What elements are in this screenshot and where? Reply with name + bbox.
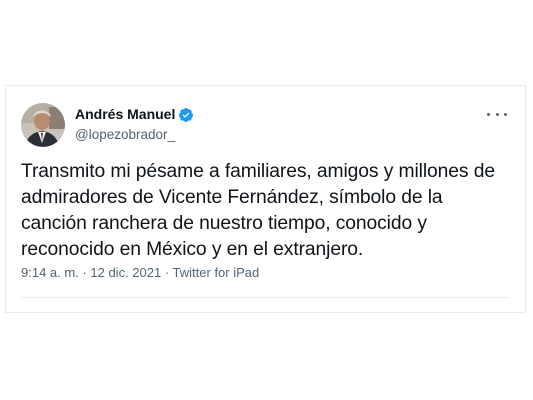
tweet-source[interactable]: Twitter for iPad xyxy=(173,265,260,280)
screenshot-canvas: Andrés Manuel @lopezobrador_ Transmito m… xyxy=(0,0,533,400)
tweet-metadata: 9:14 a. m. · 12 dic. 2021 · Twitter for … xyxy=(21,264,259,282)
tweet-header: Andrés Manuel @lopezobrador_ xyxy=(21,101,511,149)
name-row: Andrés Manuel xyxy=(75,105,194,124)
avatar[interactable] xyxy=(21,103,65,147)
tweet-date[interactable]: 12 dic. 2021 xyxy=(90,265,161,280)
ellipsis-icon[interactable] xyxy=(487,106,507,122)
author-handle[interactable]: @lopezobrador_ xyxy=(75,125,194,144)
user-info: Andrés Manuel @lopezobrador_ xyxy=(75,105,194,144)
separator: · xyxy=(161,265,173,280)
dot xyxy=(504,112,507,116)
separator: · xyxy=(78,265,91,280)
profile-photo-icon xyxy=(21,103,65,147)
divider xyxy=(21,297,510,298)
dot xyxy=(495,112,499,116)
tweet-time[interactable]: 9:14 a. m. xyxy=(21,265,79,280)
verified-badge-icon xyxy=(179,107,194,122)
tweet-text: Transmito mi pésame a familiares, amigos… xyxy=(21,161,495,260)
dot xyxy=(487,112,490,116)
tweet-card: Andrés Manuel @lopezobrador_ Transmito m… xyxy=(5,85,526,313)
author-name[interactable]: Andrés Manuel xyxy=(75,105,175,124)
